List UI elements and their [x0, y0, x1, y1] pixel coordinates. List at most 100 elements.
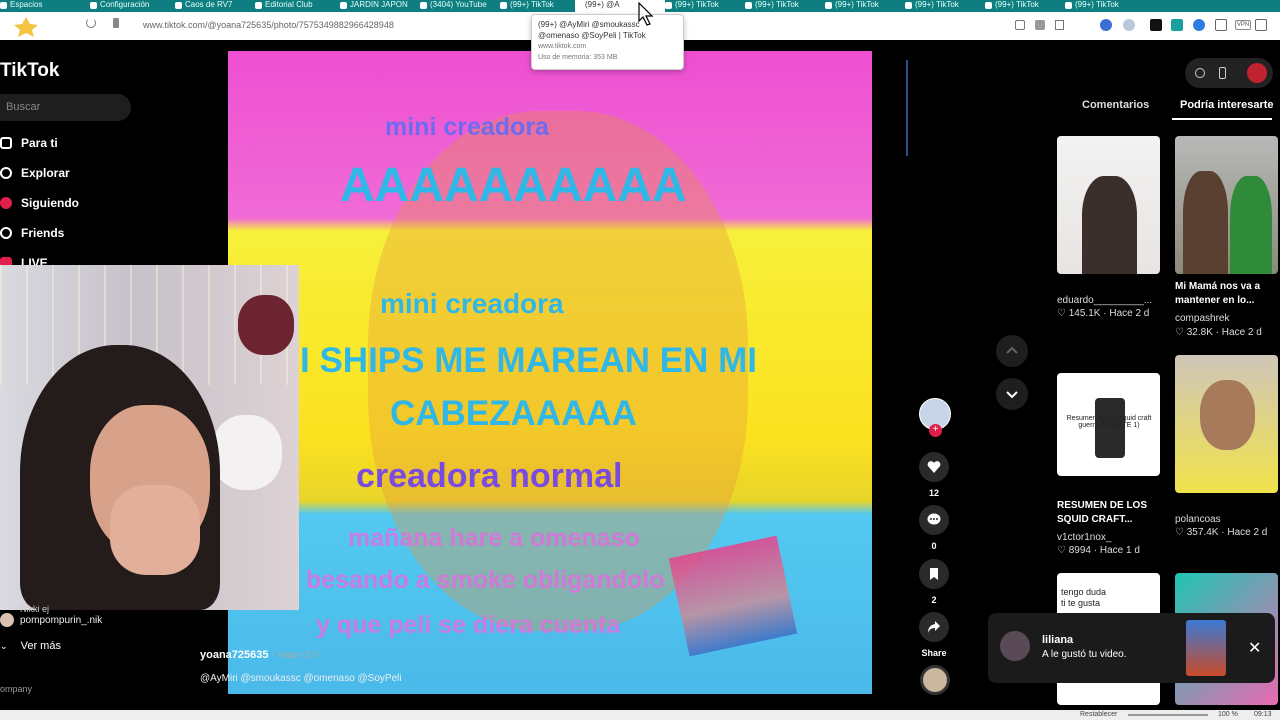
video-text-9: y que peli se diera cuenta: [316, 611, 621, 639]
video-player[interactable]: mini creadora AAAAAAAAAA mini creadora I…: [228, 51, 872, 694]
puzzle-icon[interactable]: [1215, 19, 1227, 31]
music-disc-avatar[interactable]: [920, 665, 950, 695]
tab-favicon-icon: [745, 2, 752, 9]
extension-icon-3[interactable]: [1150, 19, 1162, 31]
extension-icon-2[interactable]: [1123, 19, 1135, 31]
browser-tab[interactable]: Espacios: [0, 0, 90, 12]
recommended-thumbnail[interactable]: Resumen de los squid craft guerra 4 (PAR…: [1057, 373, 1160, 476]
next-video-button[interactable]: [996, 378, 1028, 410]
card-title-line2: SQUID CRAFT...: [1057, 514, 1133, 525]
site-info-icon[interactable]: [113, 18, 119, 28]
translate-icon[interactable]: [1035, 20, 1045, 30]
recommended-thumbnail[interactable]: [1057, 136, 1160, 274]
video-text-7: mañana hare a omenaso: [348, 524, 640, 552]
notification-name: liliana: [1042, 634, 1074, 646]
extension-icon-1[interactable]: [1100, 19, 1112, 31]
apps-icon[interactable]: [1255, 19, 1267, 31]
zoom-slider[interactable]: [1128, 714, 1208, 716]
card-title[interactable]: RESUMEN DE LOS SQUID CRAFT...: [1057, 499, 1147, 527]
recommended-thumbnail[interactable]: [1175, 136, 1278, 274]
vpn-icon[interactable]: VPN: [1235, 20, 1251, 30]
back-icon[interactable]: [8, 16, 44, 38]
card-username[interactable]: polancoas: [1175, 514, 1221, 525]
video-author[interactable]: yoana725635 · Hace 2 h: [200, 649, 318, 661]
close-icon[interactable]: ✕: [1248, 638, 1261, 658]
card-title[interactable]: Mi Mamá nos va a mantener en lo...: [1175, 280, 1260, 308]
heart-icon: ♡: [1175, 327, 1184, 338]
restore-button[interactable]: Restablecer: [1080, 711, 1117, 718]
url-text[interactable]: www.tiktok.com/@yoana725635/photo/757534…: [143, 20, 394, 30]
follow-plus-icon[interactable]: +: [929, 424, 942, 437]
browser-tab[interactable]: Caos de RV7: [175, 0, 255, 12]
browser-tab[interactable]: (99+) TikTok: [745, 0, 825, 12]
tiktok-logo[interactable]: TikTok: [0, 60, 59, 82]
browser-tab-label: (99+) TikTok: [835, 0, 879, 9]
extension-icon-5[interactable]: [1193, 19, 1205, 31]
notification-avatar: [1000, 631, 1030, 661]
tab-favicon-icon: [665, 2, 672, 9]
thumbnail-person: [1183, 171, 1228, 274]
comment-count: 0: [931, 541, 937, 551]
browser-tab[interactable]: (99+) TikTok: [500, 0, 575, 12]
following-user-name[interactable]: pompompurin_.nik: [20, 615, 102, 626]
share-button[interactable]: [919, 612, 949, 642]
notification-toast[interactable]: liliana A le gustó tu video. ✕: [988, 613, 1275, 683]
recommended-thumbnail[interactable]: [1175, 355, 1278, 493]
search-input[interactable]: Buscar: [0, 94, 131, 121]
browser-tab[interactable]: (99+) TikTok: [1065, 0, 1140, 12]
video-progress-bar[interactable]: [906, 60, 908, 156]
browser-tab[interactable]: Configuración: [90, 0, 175, 12]
like-button[interactable]: [919, 452, 949, 482]
thumbnail-person: [1230, 176, 1272, 274]
browser-tab[interactable]: (99+) TikTok: [825, 0, 905, 12]
author-name[interactable]: yoana725635: [200, 649, 269, 661]
comment-button[interactable]: [919, 505, 949, 535]
card-likes: 8994: [1068, 545, 1091, 556]
card-title-line2: mantener en lo...: [1175, 295, 1255, 306]
mouse-cursor-icon: [638, 1, 654, 31]
panel-top-icons: [1185, 58, 1273, 88]
card-title-line1: Mi Mamá nos va a: [1175, 281, 1261, 292]
sidebar-footer[interactable]: ompany: [0, 684, 32, 694]
tab-favicon-icon: [905, 2, 912, 9]
tab-favicon-icon: [340, 2, 347, 9]
profile-avatar[interactable]: [1247, 63, 1267, 83]
browser-tab-label: (99+) @A: [585, 0, 620, 9]
mobile-icon[interactable]: [1219, 67, 1226, 79]
previous-video-button[interactable]: [996, 335, 1028, 367]
audio-icon[interactable]: [1015, 20, 1025, 30]
reload-icon[interactable]: [86, 18, 96, 28]
save-button[interactable]: [919, 559, 949, 589]
bookmark-star-icon[interactable]: [1055, 20, 1064, 30]
clock: 09:13: [1254, 711, 1272, 718]
card-username[interactable]: v1ctor1nox_: [1057, 532, 1111, 543]
see-more-link[interactable]: ⌄ Ver más: [0, 640, 61, 652]
following-user-top[interactable]: Nikki ej: [20, 604, 49, 614]
tab-favicon-icon: [0, 2, 7, 9]
video-caption[interactable]: @AyMiri @smoukassc @omenaso @SoyPeli: [200, 673, 402, 684]
browser-tab-label: (99+) TikTok: [755, 0, 799, 9]
card-title-line1: RESUMEN DE LOS: [1057, 500, 1148, 511]
sidebar-item-label: Siguiendo: [21, 196, 79, 210]
browser-tab[interactable]: JARDIN JAPON: [340, 0, 420, 12]
video-text-6: creadora normal: [356, 457, 623, 495]
see-more-label: Ver más: [20, 640, 61, 652]
browser-tab[interactable]: Editorial Club: [255, 0, 340, 12]
tab-comments[interactable]: Comentarios: [1082, 99, 1149, 111]
browser-tab[interactable]: (3404) YouTube: [420, 0, 500, 12]
following-user-avatar[interactable]: [0, 613, 14, 627]
browser-tab[interactable]: (99+) TikTok: [665, 0, 745, 12]
browser-tab[interactable]: (99+) TikTok: [985, 0, 1065, 12]
tab-recommended[interactable]: Podría interesarte: [1180, 99, 1274, 111]
card-username[interactable]: compashrek: [1175, 313, 1229, 324]
tab-favicon-icon: [255, 2, 262, 9]
extension-icon-4[interactable]: [1171, 19, 1183, 31]
tab-favicon-icon: [90, 2, 97, 9]
browser-tab[interactable]: (99+) TikTok: [905, 0, 985, 12]
compass-icon[interactable]: [1195, 68, 1205, 78]
card-stats: ♡ 145.1K · Hace 2 d: [1057, 308, 1150, 319]
browser-tab-label: (99+) TikTok: [510, 0, 554, 9]
video-text-3: mini creadora: [380, 288, 564, 319]
card-username[interactable]: eduardo_________...: [1057, 295, 1152, 306]
comment-icon: [927, 513, 941, 525]
